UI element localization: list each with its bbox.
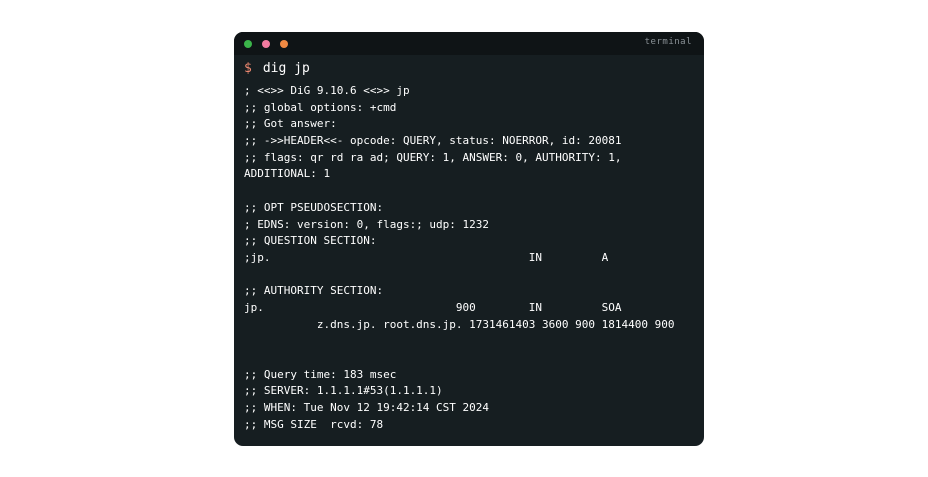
window-title: terminal bbox=[644, 37, 692, 47]
green-traffic-light-icon[interactable] bbox=[244, 40, 252, 48]
output-line: ; <<>> DiG 9.10.6 <<>> jp bbox=[244, 84, 410, 97]
output-line: z.dns.jp. root.dns.jp. 1731461403 3600 9… bbox=[244, 317, 675, 331]
terminal-window: terminal $ dig jp ; <<>> DiG 9.10.6 <<>> … bbox=[234, 32, 704, 446]
pink-traffic-light-icon[interactable] bbox=[262, 40, 270, 48]
output-line: ;; QUESTION SECTION: bbox=[244, 234, 377, 248]
output-line: ;; ->>HEADER<<- opcode: QUERY, status: N… bbox=[244, 134, 622, 148]
output-line: ;; flags: qr rd ra ad; QUERY: 1, ANSWER:… bbox=[244, 150, 622, 164]
terminal-titlebar: terminal bbox=[234, 32, 704, 55]
prompt-symbol: $ bbox=[244, 61, 252, 76]
output-line: ADDITIONAL: 1 bbox=[244, 167, 331, 181]
output-line: ;; AUTHORITY SECTION: bbox=[244, 284, 384, 298]
orange-traffic-light-icon[interactable] bbox=[280, 40, 288, 48]
terminal-output: ; <<>> DiG 9.10.6 <<>> jp ;; global optio… bbox=[244, 83, 694, 433]
output-line: ; EDNS: version: 0, flags:; udp: 1232 bbox=[244, 217, 490, 231]
output-line: ;; MSG SIZE rcvd: 78 bbox=[244, 417, 384, 431]
output-line: ;jp. IN A bbox=[244, 250, 609, 264]
command-prompt-line: $ dig jp bbox=[244, 59, 310, 79]
output-line: ;; Got answer: bbox=[244, 117, 337, 131]
output-line: jp. 900 IN SOA bbox=[244, 300, 622, 314]
output-line: ;; OPT PSEUDOSECTION: bbox=[244, 200, 384, 214]
output-line: ;; SERVER: 1.1.1.1#53(1.1.1.1) bbox=[244, 384, 443, 398]
output-line: ;; WHEN: Tue Nov 12 19:42:14 CST 2024 bbox=[244, 401, 490, 415]
output-line: ;; Query time: 183 msec bbox=[244, 367, 397, 381]
command-text: dig jp bbox=[262, 61, 310, 76]
output-line: ;; global options: +cmd bbox=[244, 100, 397, 114]
